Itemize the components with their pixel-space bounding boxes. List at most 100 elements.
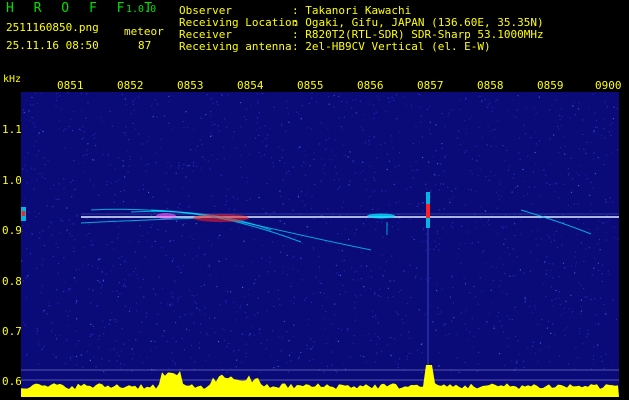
noise-speck	[155, 294, 157, 296]
noise-speck	[243, 116, 245, 118]
noise-speck	[223, 146, 225, 148]
noise-speck	[217, 104, 219, 106]
noise-speck	[389, 280, 391, 282]
noise-speck	[172, 360, 174, 362]
noise-speck	[488, 224, 490, 226]
noise-speck	[395, 118, 397, 120]
noise-speck	[309, 165, 311, 167]
noise-speck	[365, 361, 367, 363]
noise-speck	[472, 346, 474, 348]
noise-speck	[146, 140, 148, 143]
noise-speck	[113, 319, 115, 321]
noise-speck	[94, 133, 96, 135]
noise-speck	[535, 352, 537, 354]
noise-speck	[399, 152, 401, 154]
noise-speck	[29, 252, 32, 255]
noise-speck	[97, 267, 99, 269]
noise-speck	[324, 327, 326, 329]
noise-speck	[599, 249, 601, 251]
noise-speck	[99, 281, 101, 283]
noise-speck	[344, 154, 347, 156]
noise-speck	[281, 124, 283, 126]
noise-speck	[444, 323, 446, 325]
detection-label: meteor	[124, 25, 164, 38]
noise-speck	[300, 351, 302, 353]
noise-speck	[38, 237, 40, 239]
noise-speck	[353, 335, 355, 337]
noise-speck	[281, 156, 283, 159]
noise-speck	[503, 243, 505, 245]
noise-speck	[139, 331, 141, 333]
noise-speck	[341, 329, 343, 331]
noise-speck	[357, 199, 359, 201]
noise-speck	[226, 290, 229, 292]
noise-speck	[91, 334, 93, 336]
noise-speck	[338, 274, 340, 276]
noise-speck	[261, 244, 263, 246]
noise-speck	[113, 201, 115, 203]
noise-speck	[445, 335, 447, 337]
noise-speck	[360, 251, 362, 253]
noise-speck	[69, 310, 71, 312]
noise-speck	[447, 186, 449, 189]
noise-speck	[425, 233, 427, 235]
noise-speck	[463, 151, 465, 153]
noise-speck	[295, 236, 297, 238]
noise-speck	[152, 196, 154, 198]
noise-speck	[354, 319, 356, 321]
noise-speck	[240, 102, 242, 104]
noise-speck	[265, 348, 267, 350]
noise-speck	[378, 267, 381, 269]
noise-speck	[138, 133, 140, 135]
noise-speck	[27, 152, 29, 154]
noise-speck	[163, 330, 165, 332]
noise-speck	[266, 339, 268, 341]
noise-speck	[120, 350, 122, 352]
noise-speck	[398, 164, 400, 167]
noise-speck	[181, 167, 184, 169]
noise-speck	[432, 156, 434, 158]
noise-speck	[339, 186, 341, 188]
noise-speck	[320, 180, 322, 182]
noise-speck	[144, 256, 146, 258]
noise-speck	[604, 137, 606, 139]
noise-speck	[36, 267, 38, 269]
noise-speck	[166, 202, 168, 204]
noise-speck	[484, 210, 486, 212]
noise-speck	[314, 184, 316, 186]
noise-speck	[280, 251, 282, 253]
noise-speck	[590, 298, 592, 301]
noise-speck	[603, 221, 605, 223]
noise-speck	[343, 362, 345, 364]
noise-speck	[426, 188, 428, 190]
noise-speck	[352, 161, 354, 163]
noise-speck	[537, 209, 539, 211]
noise-speck	[486, 144, 488, 146]
noise-speck	[203, 284, 205, 286]
noise-speck	[553, 239, 556, 241]
noise-speck	[266, 183, 268, 185]
noise-speck	[402, 271, 405, 273]
noise-speck	[579, 330, 581, 332]
noise-speck	[524, 298, 526, 300]
noise-speck	[93, 356, 95, 358]
noise-speck	[155, 346, 157, 348]
noise-speck	[375, 317, 377, 319]
noise-speck	[503, 331, 505, 333]
noise-speck	[564, 153, 566, 155]
noise-speck	[597, 157, 599, 159]
noise-speck	[560, 314, 563, 316]
noise-speck	[110, 182, 112, 184]
noise-speck	[331, 364, 333, 366]
noise-speck	[546, 234, 548, 237]
noise-speck	[592, 187, 594, 189]
noise-speck	[22, 109, 24, 111]
noise-speck	[181, 235, 183, 237]
noise-speck	[584, 296, 586, 298]
noise-speck	[118, 233, 120, 235]
noise-speck	[93, 184, 95, 186]
noise-speck	[256, 122, 258, 124]
noise-speck	[86, 217, 88, 220]
noise-speck	[423, 314, 425, 316]
noise-speck	[221, 94, 223, 96]
